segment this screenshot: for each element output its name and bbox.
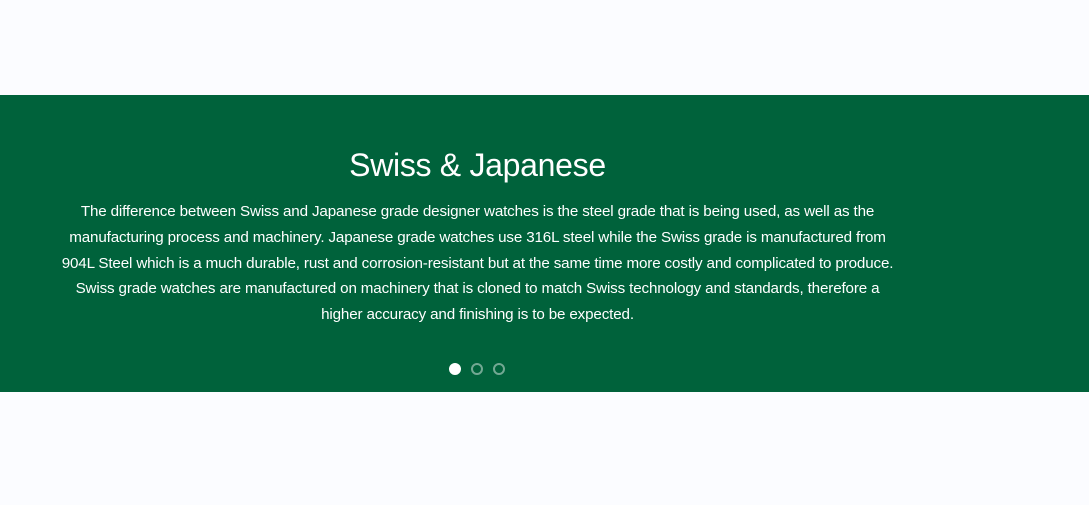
slide-title: Swiss & Japanese: [349, 147, 606, 183]
slider-pagination: [449, 363, 505, 377]
slide-text: The difference between Swiss and Japanes…: [61, 203, 894, 324]
testimonial-slider: Swiss & Japanese The difference between …: [0, 95, 1089, 392]
slider-dot-3[interactable]: [493, 363, 505, 375]
slide: Swiss & Japanese The difference between …: [55, 95, 900, 392]
slider-dot-1[interactable]: [449, 363, 461, 375]
slider-dot-2[interactable]: [471, 363, 483, 375]
page: Swiss & Japanese The difference between …: [0, 0, 1089, 505]
